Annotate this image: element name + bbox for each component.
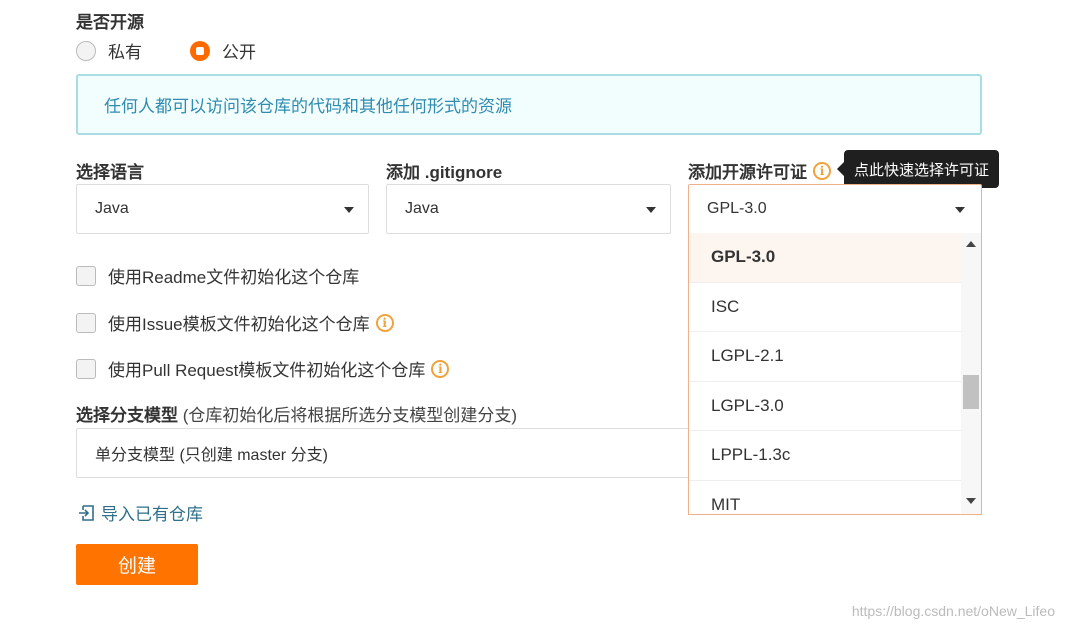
init-readme-label: 使用Readme文件初始化这个仓库	[108, 268, 360, 287]
caret-down-icon	[955, 207, 965, 213]
scroll-thumb[interactable]	[963, 375, 979, 409]
license-option-list: GPL-3.0 ISC LGPL-2.1 LGPL-3.0 LPPL-1.3c …	[689, 233, 981, 515]
gitignore-select-value: Java	[405, 200, 439, 217]
create-button[interactable]: 创建	[76, 544, 198, 585]
branch-model-label: 选择分支模型	[76, 406, 178, 425]
license-option-gpl-3[interactable]: GPL-3.0	[689, 233, 961, 283]
info-circle-icon[interactable]: i	[375, 313, 394, 332]
init-readme-option[interactable]: 使用Readme文件初始化这个仓库	[76, 263, 359, 288]
radio-public-label: 公开	[222, 43, 256, 62]
dropdown-scrollbar[interactable]	[961, 233, 981, 514]
import-repo-link[interactable]: 导入已有仓库	[77, 500, 203, 525]
license-select-value: GPL-3.0	[707, 200, 767, 217]
license-tooltip-text: 点此快速选择许可证	[853, 161, 989, 179]
visibility-notice-text: 任何人都可以访问该仓库的代码和其他任何形式的资源	[104, 97, 512, 116]
info-circle-icon[interactable]: i	[813, 161, 831, 180]
radio-private-circle[interactable]	[76, 40, 96, 61]
branch-model-value: 单分支模型 (只创建 master 分支)	[95, 447, 328, 464]
init-issue-checkbox[interactable]	[76, 312, 96, 333]
license-option-lgpl-2-1[interactable]: LGPL-2.1	[689, 332, 961, 382]
caret-down-icon	[344, 207, 354, 213]
branch-model-label-row: 选择分支模型 (仓库初始化后将根据所选分支模型创建分支)	[76, 401, 517, 426]
radio-public[interactable]: 公开	[190, 38, 256, 63]
init-pr-checkbox[interactable]	[76, 358, 96, 379]
license-option-isc[interactable]: ISC	[689, 283, 961, 332]
language-select[interactable]: Java	[76, 184, 369, 234]
radio-public-circle[interactable]	[190, 40, 210, 61]
license-dropdown[interactable]: GPL-3.0 ISC LGPL-2.1 LGPL-3.0 LPPL-1.3c …	[688, 233, 982, 515]
visibility-notice: 任何人都可以访问该仓库的代码和其他任何形式的资源	[76, 74, 982, 135]
info-circle-icon[interactable]: i	[431, 359, 450, 378]
license-tooltip: 点此快速选择许可证	[837, 150, 999, 188]
import-repo-text: 导入已有仓库	[101, 505, 203, 524]
init-readme-checkbox[interactable]	[76, 265, 96, 286]
gitignore-label: 添加 .gitignore	[386, 163, 503, 182]
license-option-mit[interactable]: MIT	[689, 481, 961, 515]
license-select[interactable]: GPL-3.0	[688, 184, 982, 234]
init-issue-option[interactable]: 使用Issue模板文件初始化这个仓库 i	[76, 310, 394, 335]
gitignore-select[interactable]: Java	[386, 184, 671, 234]
language-label: 选择语言	[76, 163, 144, 182]
radio-private-label: 私有	[108, 43, 142, 62]
scroll-down-arrow-icon[interactable]	[966, 498, 976, 504]
watermark: https://blog.csdn.net/oNew_Lifeo	[851, 603, 1055, 619]
scroll-up-arrow-icon[interactable]	[966, 241, 976, 247]
license-option-lgpl-3[interactable]: LGPL-3.0	[689, 382, 961, 431]
init-pr-option[interactable]: 使用Pull Request模板文件初始化这个仓库 i	[76, 356, 450, 381]
caret-down-icon	[646, 207, 656, 213]
import-icon	[79, 504, 94, 521]
language-select-value: Java	[95, 200, 129, 217]
init-pr-label: 使用Pull Request模板文件初始化这个仓库	[108, 361, 426, 380]
visibility-label: 是否开源	[76, 13, 144, 32]
init-issue-label: 使用Issue模板文件初始化这个仓库	[108, 315, 370, 334]
radio-private[interactable]: 私有	[76, 38, 142, 63]
license-option-lppl[interactable]: LPPL-1.3c	[689, 431, 961, 481]
branch-model-hint: (仓库初始化后将根据所选分支模型创建分支)	[182, 406, 518, 425]
license-label: 添加开源许可证	[688, 163, 807, 182]
license-label-row: 添加开源许可证 i	[688, 158, 831, 183]
